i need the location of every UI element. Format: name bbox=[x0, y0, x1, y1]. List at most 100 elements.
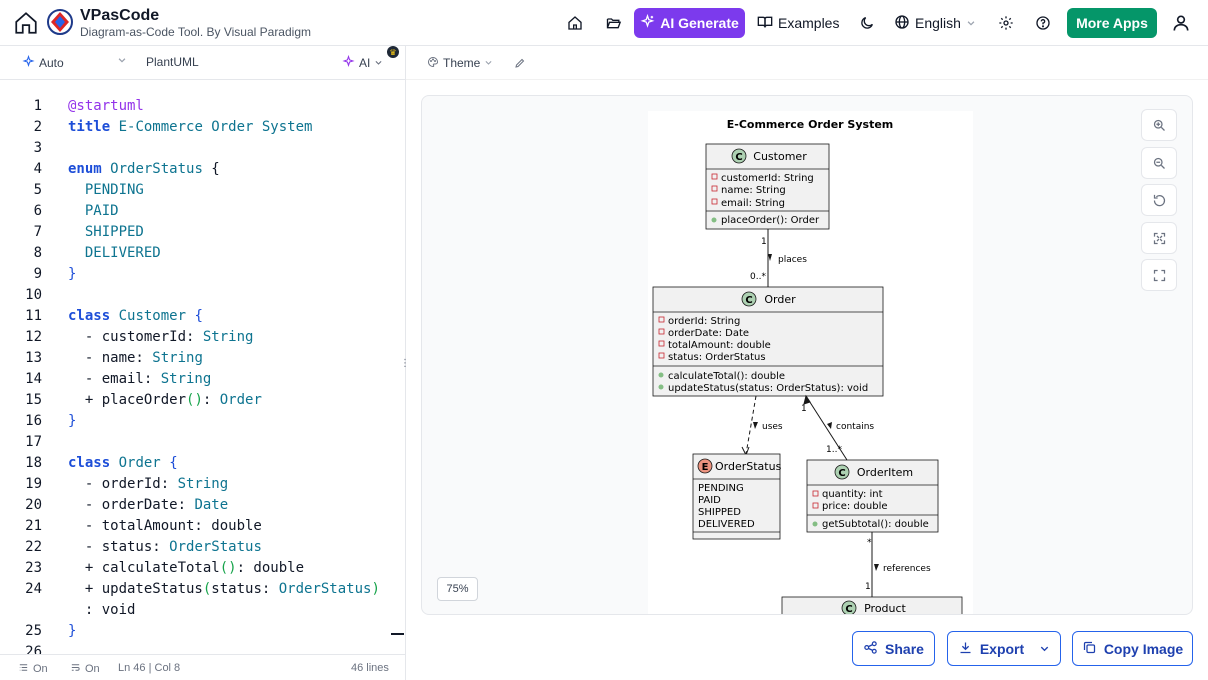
code-text: } bbox=[68, 266, 77, 282]
globe-icon bbox=[894, 14, 910, 33]
class-stereotype-icon: C bbox=[745, 295, 752, 306]
relation-label: contains bbox=[836, 422, 874, 432]
format-toggle[interactable]: On bbox=[70, 662, 100, 676]
code-line: 14 - email: String bbox=[0, 369, 390, 390]
attribute: name: String bbox=[721, 185, 786, 196]
line-number: 18 bbox=[25, 455, 42, 471]
class-stereotype-icon: C bbox=[845, 604, 852, 615]
code-text: class Customer { bbox=[68, 308, 203, 324]
code-line: 20 - orderDate: Date bbox=[0, 495, 390, 516]
ai-generate-button[interactable]: AI Generate bbox=[634, 8, 745, 38]
line-number: 10 bbox=[25, 287, 42, 303]
line-number: 20 bbox=[25, 497, 42, 513]
line-number: 9 bbox=[33, 266, 42, 282]
scrollbar-thumb[interactable] bbox=[391, 633, 404, 635]
code-text: - totalAmount: double bbox=[68, 518, 262, 534]
fullscreen-icon[interactable] bbox=[1141, 259, 1177, 291]
mode-selector[interactable]: Auto bbox=[22, 54, 64, 71]
line-number: 25 bbox=[25, 623, 42, 639]
wrap-text-icon bbox=[70, 662, 81, 676]
share-button[interactable]: Share bbox=[852, 631, 935, 666]
zoom-out-icon[interactable] bbox=[1141, 147, 1177, 179]
theme-selector[interactable]: Theme bbox=[427, 54, 493, 72]
palette-icon bbox=[427, 56, 439, 71]
code-line: 24 + updateStatus(status: OrderStatus) bbox=[0, 579, 390, 600]
class-stereotype-icon: C bbox=[838, 468, 845, 479]
gear-icon[interactable] bbox=[994, 11, 1018, 35]
attribute: price: double bbox=[822, 501, 888, 512]
multiplicity: 0..* bbox=[750, 272, 766, 282]
ai-assist-button[interactable]: AI bbox=[342, 54, 383, 71]
editor-toolbar: Auto PlantUML AI bbox=[0, 46, 405, 80]
attribute: orderDate: Date bbox=[668, 328, 749, 339]
class-name: Product bbox=[864, 602, 906, 615]
wrap-status: On bbox=[33, 663, 48, 675]
class-customer[interactable]: C Customer customerId: String name: Stri… bbox=[705, 143, 830, 230]
method: placeOrder(): Order bbox=[721, 215, 820, 226]
language-selector[interactable]: English bbox=[894, 11, 976, 35]
book-open-icon bbox=[757, 14, 773, 33]
ai-assist-label: AI bbox=[359, 56, 371, 70]
copy-image-button[interactable]: Copy Image bbox=[1072, 631, 1193, 666]
top-header: VPasCode Diagram-as-Code Tool. By Visual… bbox=[0, 0, 1208, 46]
chevron-down-icon[interactable] bbox=[117, 55, 127, 65]
line-number: 7 bbox=[33, 224, 42, 240]
line-number: 12 bbox=[25, 329, 42, 345]
folder-open-icon[interactable] bbox=[601, 11, 625, 35]
language-label: English bbox=[915, 15, 961, 31]
sparkles-icon bbox=[342, 54, 355, 71]
code-line: 16 } bbox=[0, 411, 390, 432]
help-circle-icon[interactable] bbox=[1031, 11, 1055, 35]
code-text: + placeOrder(): Order bbox=[68, 392, 262, 408]
line-number: 1 bbox=[33, 98, 42, 114]
line-number: 19 bbox=[25, 476, 42, 492]
more-apps-button[interactable]: More Apps bbox=[1067, 8, 1157, 38]
theme-label: Theme bbox=[443, 56, 481, 70]
relation-label: references bbox=[883, 564, 931, 574]
diagram-canvas[interactable]: E-Commerce Order System C Customer custo… bbox=[421, 95, 1193, 615]
uml-diagram: E-Commerce Order System C Customer custo… bbox=[652, 118, 963, 615]
examples-button[interactable]: Examples bbox=[757, 11, 839, 35]
fit-screen-icon[interactable] bbox=[1141, 222, 1177, 254]
code-text: - orderDate: Date bbox=[68, 497, 229, 513]
code-text: class Order { bbox=[68, 455, 178, 471]
multiplicity: 1..* bbox=[826, 445, 842, 455]
zoom-in-icon[interactable] bbox=[1141, 109, 1177, 141]
drag-handle-icon[interactable]: ⋮ bbox=[400, 355, 410, 371]
code-text: @startuml bbox=[68, 98, 144, 114]
code-line: 9 } bbox=[0, 264, 390, 285]
pencil-icon[interactable] bbox=[512, 55, 528, 71]
attribute: orderId: String bbox=[668, 316, 740, 327]
brand-title: VPasCode bbox=[80, 7, 160, 24]
chevron-down-icon bbox=[484, 56, 493, 70]
code-text: title E-Commerce Order System bbox=[68, 119, 313, 135]
home-icon[interactable] bbox=[12, 9, 40, 37]
reset-zoom-icon[interactable] bbox=[1141, 184, 1177, 216]
code-text: - name: String bbox=[68, 350, 203, 366]
enum-value: SHIPPED bbox=[698, 507, 741, 518]
class-name: Order bbox=[764, 293, 796, 306]
cursor-position: Ln 46 | Col 8 bbox=[118, 662, 181, 674]
language-tab[interactable]: PlantUML bbox=[146, 55, 199, 69]
attribute: status: OrderStatus bbox=[668, 352, 766, 363]
share-icon bbox=[863, 640, 878, 658]
moon-icon[interactable] bbox=[855, 11, 879, 35]
line-number: 14 bbox=[25, 371, 42, 387]
line-number: 11 bbox=[25, 308, 42, 324]
class-orderitem[interactable]: C OrderItem quantity: int price: double … bbox=[806, 459, 939, 533]
zoom-level-indicator[interactable]: 75% bbox=[437, 577, 478, 601]
class-order[interactable]: C Order orderId: String orderDate: Date … bbox=[652, 286, 884, 397]
export-button[interactable]: Export bbox=[947, 631, 1061, 666]
line-number: 15 bbox=[25, 392, 42, 408]
attribute: email: String bbox=[721, 198, 785, 209]
wrap-toggle[interactable]: On bbox=[18, 662, 48, 676]
format-status: On bbox=[85, 663, 100, 675]
ai-generate-label: AI Generate bbox=[660, 15, 739, 31]
line-number: 24 bbox=[25, 581, 42, 597]
enum-orderstatus[interactable]: E OrderStatus PENDING PAID SHIPPED DELIV… bbox=[692, 453, 782, 540]
code-editor[interactable]: 1 @startuml 2 title E-Commerce Order Sys… bbox=[0, 80, 405, 654]
line-number: 8 bbox=[33, 245, 42, 261]
user-icon[interactable] bbox=[1166, 8, 1196, 38]
house-icon[interactable] bbox=[563, 11, 587, 35]
class-product[interactable]: C Product bbox=[781, 596, 963, 615]
